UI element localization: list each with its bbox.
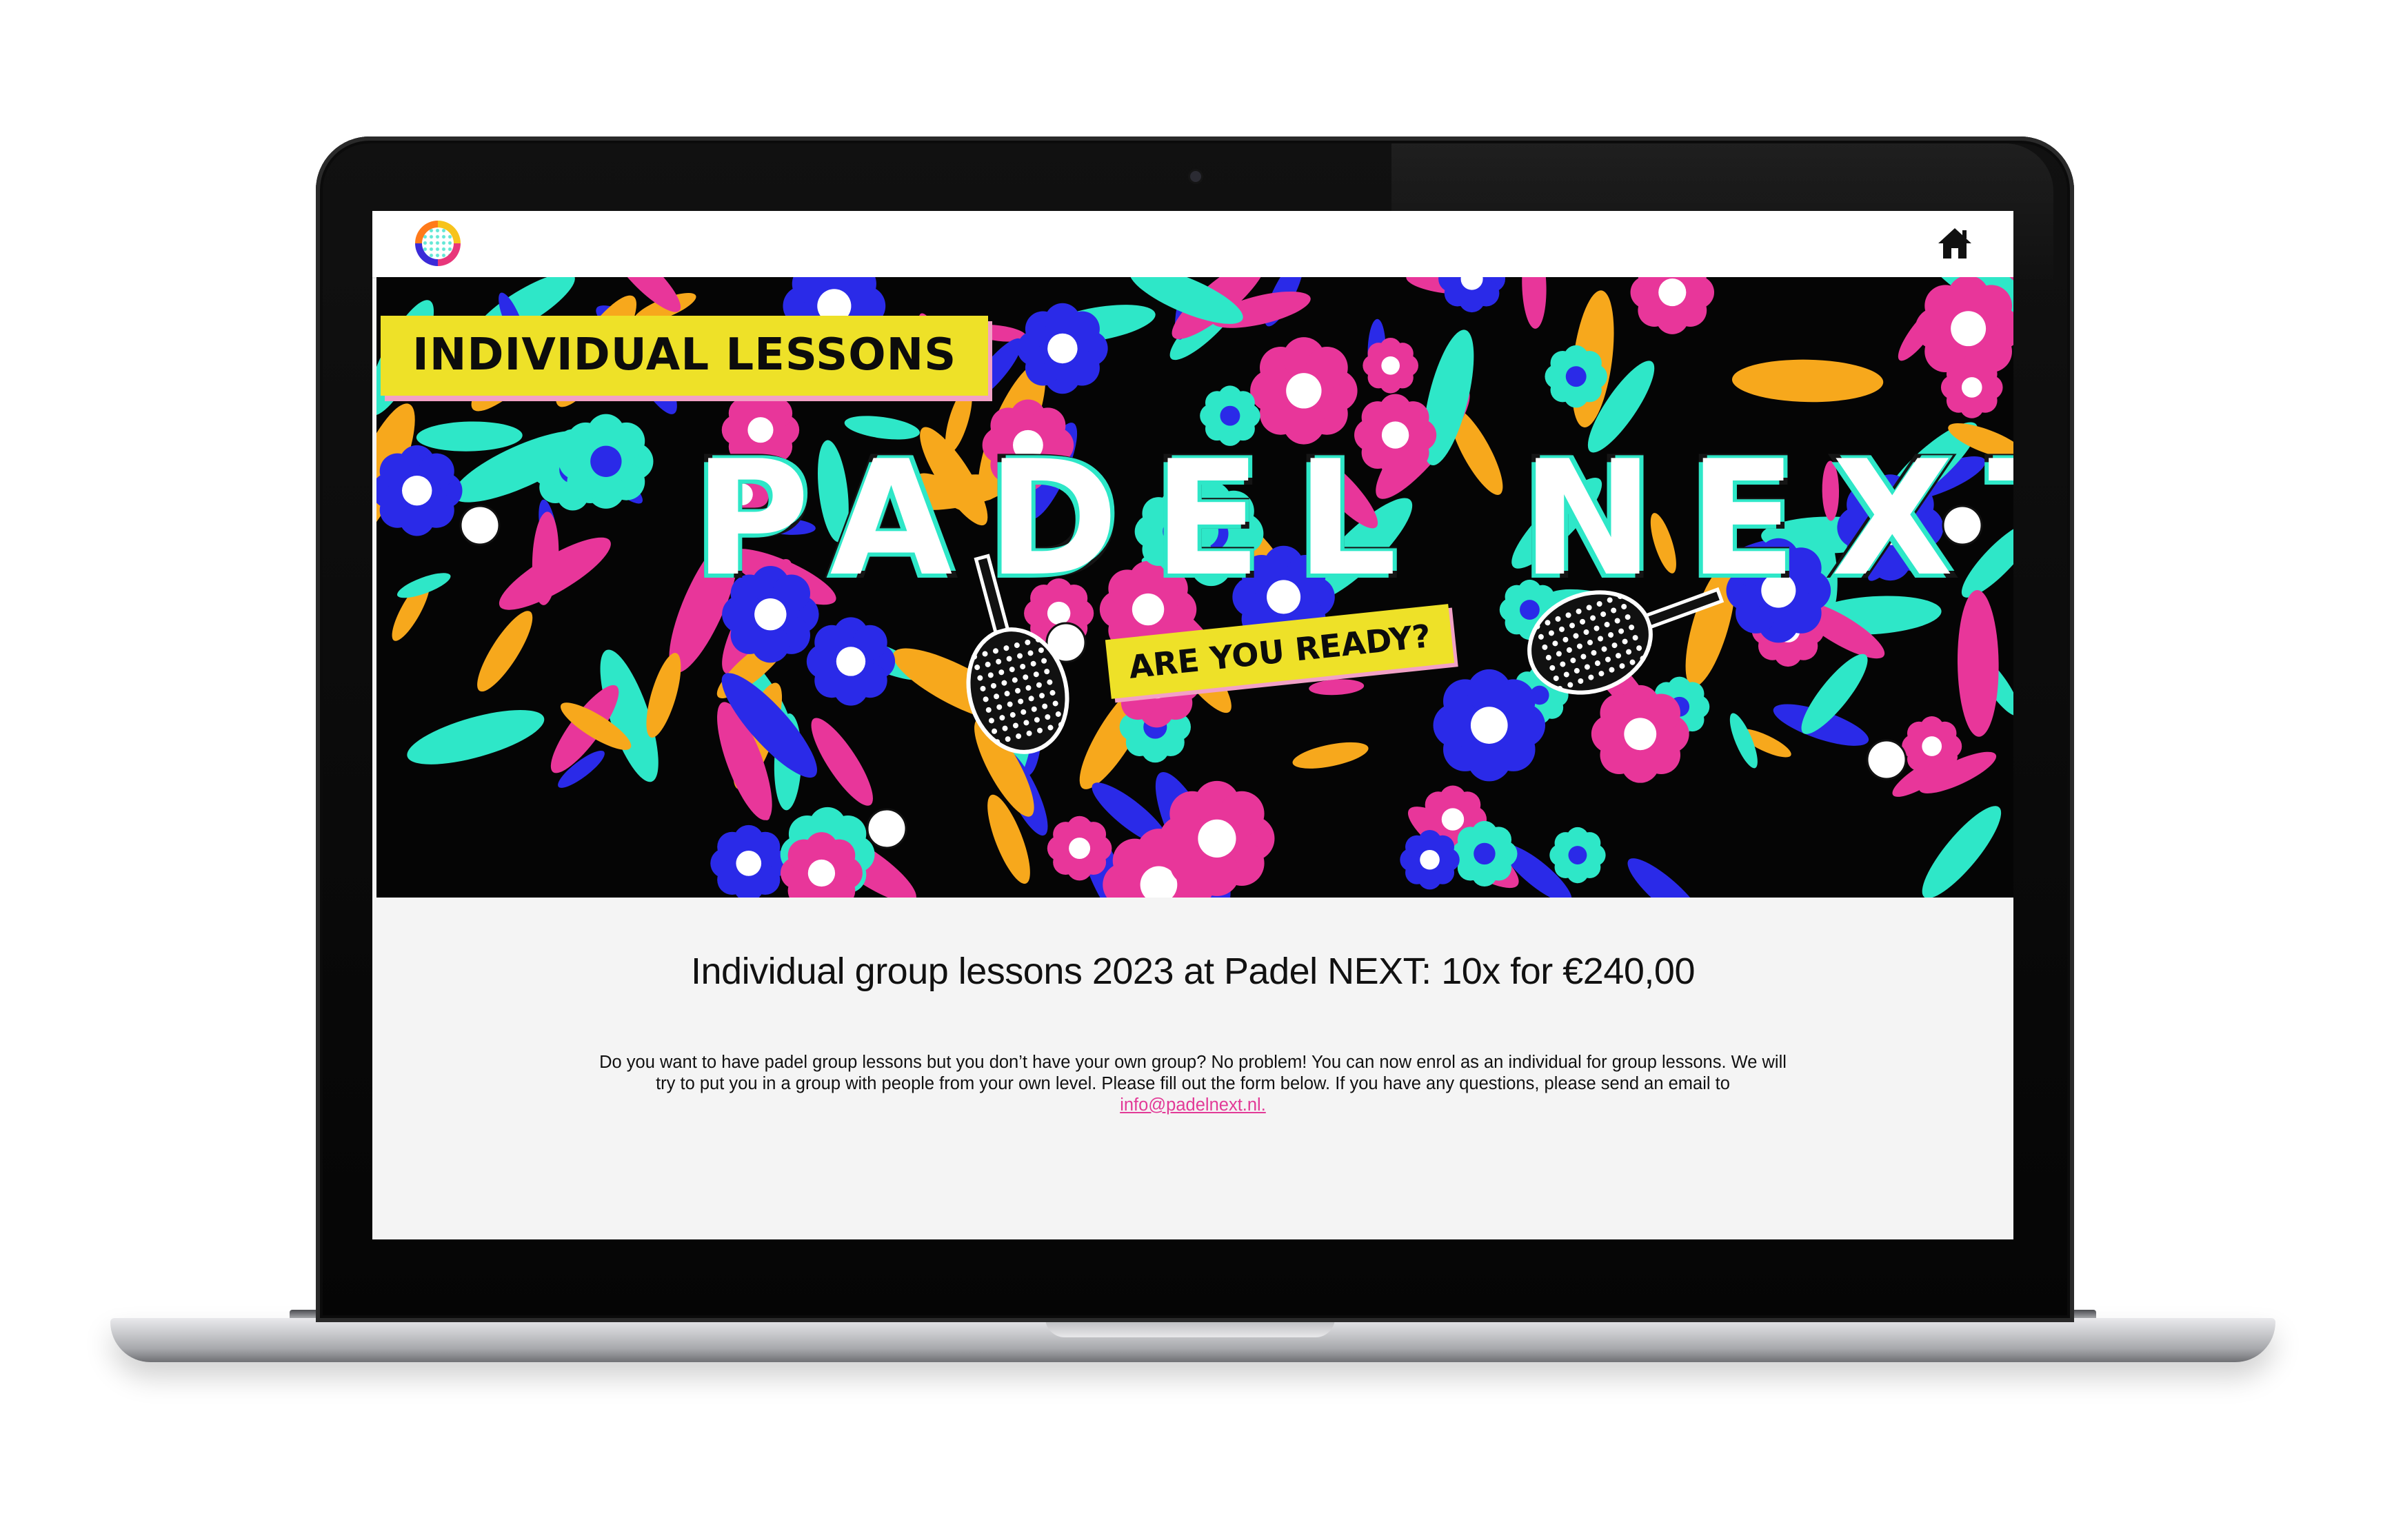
flower-shape [1363, 337, 1418, 394]
browser-screen: INDIVIDUAL LESSONS PADEL NEXT ARE YOU RE… [372, 211, 2013, 1239]
webcam [1190, 171, 1201, 182]
flower-shape [1591, 685, 1689, 783]
flower-shape [1159, 780, 1275, 896]
padel-ball-icon [866, 808, 907, 849]
intro-text: Do you want to have padel group lessons … [599, 1053, 1787, 1093]
flower-shape [1438, 277, 1506, 313]
hero-banner: INDIVIDUAL LESSONS PADEL NEXT ARE YOU RE… [376, 277, 2013, 898]
flower-shape [1451, 820, 1518, 887]
page-headline: Individual group lessons 2023 at Padel N… [691, 951, 1695, 992]
leaf-shape [646, 653, 681, 738]
individual-lessons-tag: INDIVIDUAL LESSONS [381, 316, 989, 396]
flower-shape [1017, 303, 1108, 394]
leaf-shape [1522, 277, 1547, 329]
leaf-shape [1309, 679, 1365, 696]
leaf-shape [416, 421, 523, 452]
flower-shape [710, 824, 787, 898]
padel-next-title: PADEL NEXT [690, 423, 2013, 616]
flower-shape [1400, 830, 1460, 890]
home-icon[interactable] [1936, 226, 1973, 261]
flower-shape [1940, 356, 2003, 418]
leaf-shape [1627, 858, 1704, 898]
top-navbar [372, 211, 2013, 278]
flower-shape [806, 617, 896, 706]
leaf-shape [407, 709, 545, 764]
flower-shape [1047, 815, 1112, 881]
email-link[interactable]: info@padelnext.nl. [1120, 1095, 1266, 1115]
leaf-shape [477, 611, 533, 692]
leaf-shape [1292, 742, 1369, 769]
padel-ball-icon [1866, 739, 1907, 780]
main-content: Individual group lessons 2023 at Padel N… [372, 898, 2013, 1239]
laptop-mockup: INDIVIDUAL LESSONS PADEL NEXT ARE YOU RE… [0, 0, 2383, 1540]
flower-shape [1630, 277, 1715, 334]
flower-shape [559, 414, 654, 509]
padel-next-logo[interactable] [415, 221, 461, 266]
leaf-shape [1957, 589, 1999, 737]
flower-shape [1433, 669, 1545, 782]
flower-shape [1549, 827, 1606, 884]
flower-shape [1902, 716, 1962, 777]
padel-ball-icon [459, 505, 501, 546]
flower-shape [1545, 345, 1607, 408]
flower-shape [376, 445, 463, 536]
leaf-shape [1922, 806, 2002, 898]
intro-paragraph: Do you want to have padel group lessons … [593, 1052, 1793, 1116]
leaf-shape [1731, 359, 1884, 403]
